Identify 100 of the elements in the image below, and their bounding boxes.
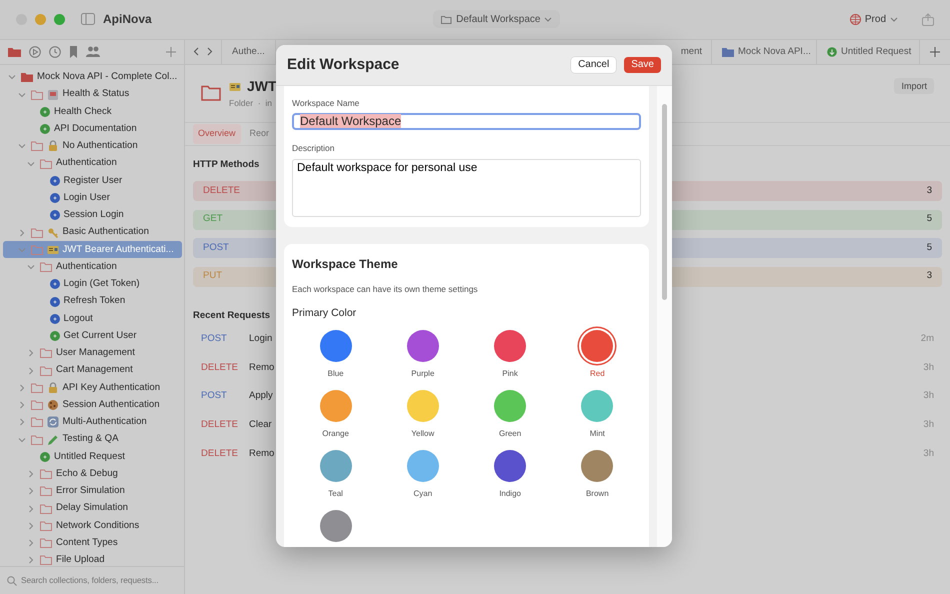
method-label: DELETE [201, 446, 239, 461]
workspace-dropdown[interactable]: Default Workspace [433, 10, 560, 28]
tree-item[interactable]: Content Types [3, 534, 182, 552]
chevron-right-icon[interactable] [18, 228, 26, 237]
lock-icon [46, 382, 58, 394]
field-label: Description [292, 142, 335, 156]
tree-item[interactable]: API Key Authentication [3, 379, 182, 396]
tree-item[interactable]: Register User [3, 172, 182, 190]
tree-item[interactable]: Session Login [3, 206, 182, 224]
folder-icon [30, 228, 42, 238]
caret-icon [544, 16, 552, 22]
window-control-button[interactable] [35, 14, 46, 25]
chevron-down-icon[interactable] [27, 263, 35, 272]
tree-item[interactable]: Authentication [3, 154, 182, 172]
request-time: 3h [923, 418, 934, 432]
folder-icon[interactable] [8, 46, 21, 57]
color-swatch[interactable] [581, 390, 614, 422]
tree-item[interactable]: Get Current User [3, 327, 182, 345]
chevron-down-icon[interactable] [18, 90, 26, 99]
color-swatch[interactable] [320, 450, 352, 482]
scrollbar-thumb[interactable] [662, 104, 667, 300]
color-swatch[interactable] [581, 450, 614, 482]
tree-item[interactable]: File Upload [3, 552, 182, 566]
tree-item[interactable]: Logout [3, 310, 182, 328]
caret-icon [890, 16, 898, 22]
globe-icon [850, 14, 861, 25]
chevron-right-icon[interactable] [27, 349, 35, 358]
tree-item[interactable]: Mock Nova API - Complete Col... [3, 68, 182, 86]
chevron-down-icon[interactable] [18, 436, 26, 444]
folder-icon [40, 538, 52, 548]
add-icon[interactable] [166, 46, 176, 57]
tree-item[interactable]: Cart Management [3, 362, 182, 380]
chevron-down-icon[interactable] [8, 73, 16, 82]
method-label: PUT [203, 269, 222, 284]
tree-item[interactable]: Authentication [3, 258, 182, 276]
tree-item[interactable]: Session Authentication [3, 396, 182, 414]
color-name: Green [498, 428, 522, 440]
search-field[interactable]: Search collections, folders, requests... [21, 574, 184, 587]
tree-item[interactable]: Error Simulation [3, 482, 182, 500]
tree-item[interactable]: Refresh Token [3, 292, 182, 310]
color-name: Indigo [499, 488, 521, 500]
tree-item[interactable]: Delay Simulation [3, 500, 182, 518]
color-swatch[interactable] [320, 510, 352, 542]
tab[interactable]: ment [678, 40, 712, 64]
tree-item[interactable]: Untitled Request [3, 448, 182, 466]
tab[interactable]: Authe... [221, 40, 276, 64]
folder-icon [722, 46, 734, 57]
color-swatch[interactable] [320, 390, 352, 422]
tree-item[interactable]: User Management [3, 344, 182, 362]
tab[interactable]: Untitled Request [817, 40, 920, 64]
color-swatch[interactable] [320, 330, 352, 362]
chevron-down-icon[interactable] [18, 142, 26, 150]
tree-item[interactable]: Network Conditions [3, 517, 182, 534]
import-button[interactable]: Import [894, 78, 934, 94]
folder-icon [40, 262, 52, 272]
color-swatch[interactable] [494, 390, 526, 422]
tree-item[interactable]: Basic Authentication [3, 224, 182, 242]
folder-icon [40, 520, 52, 531]
request-name: Clear [249, 418, 272, 432]
clock-icon[interactable] [49, 46, 61, 58]
window-control-button[interactable] [54, 14, 65, 25]
people-icon[interactable] [86, 46, 100, 58]
method-count: 5 [926, 212, 932, 226]
tree-item[interactable]: Multi-Authentication [3, 414, 182, 431]
color-swatch[interactable] [406, 330, 439, 362]
tree-item[interactable]: API Documentation [3, 120, 182, 138]
chevron-down-icon[interactable] [18, 246, 26, 254]
color-name: Mint [590, 428, 605, 440]
tab[interactable]: Mock Nova API... [712, 40, 817, 64]
color-swatch[interactable] [406, 390, 439, 422]
app-title: ApiNova [103, 11, 152, 28]
folder-icon [40, 366, 52, 376]
forward-icon[interactable] [207, 47, 213, 56]
name-field[interactable]: Default Workspace [292, 113, 641, 130]
bookmark-icon[interactable] [69, 46, 78, 58]
color-swatch[interactable] [406, 450, 439, 482]
tree-item[interactable]: Health & Status [3, 86, 182, 104]
color-swatch[interactable] [581, 330, 614, 362]
color-swatch[interactable] [494, 330, 526, 362]
color-swatch[interactable] [494, 450, 526, 482]
tree-item[interactable]: Health Check [3, 103, 182, 120]
back-icon[interactable] [193, 47, 199, 56]
folder-icon [30, 90, 42, 100]
chevron-down-icon[interactable] [27, 160, 35, 168]
folder-icon [21, 72, 33, 82]
tree-item[interactable]: Login (Get Token) [3, 276, 182, 293]
play-icon[interactable] [29, 46, 41, 58]
cancel-button[interactable]: Cancel [571, 56, 616, 73]
save-button[interactable]: Save [624, 56, 661, 73]
request-time: 3h [923, 360, 934, 375]
tree-item[interactable]: Login User [3, 189, 182, 207]
environment-dropdown[interactable]: Prod [842, 9, 906, 30]
method-label: POST [201, 389, 228, 404]
tree-item[interactable]: No Authentication [3, 138, 182, 155]
tree-item[interactable]: Echo & Debug [3, 465, 182, 483]
tree-item[interactable]: Testing & QA [3, 430, 182, 448]
request-name: Apply [249, 389, 273, 404]
description-field[interactable]: Default workspace for personal use [292, 159, 641, 218]
sidebar-toggle-icon[interactable] [81, 13, 95, 26]
share-icon[interactable] [922, 12, 934, 26]
